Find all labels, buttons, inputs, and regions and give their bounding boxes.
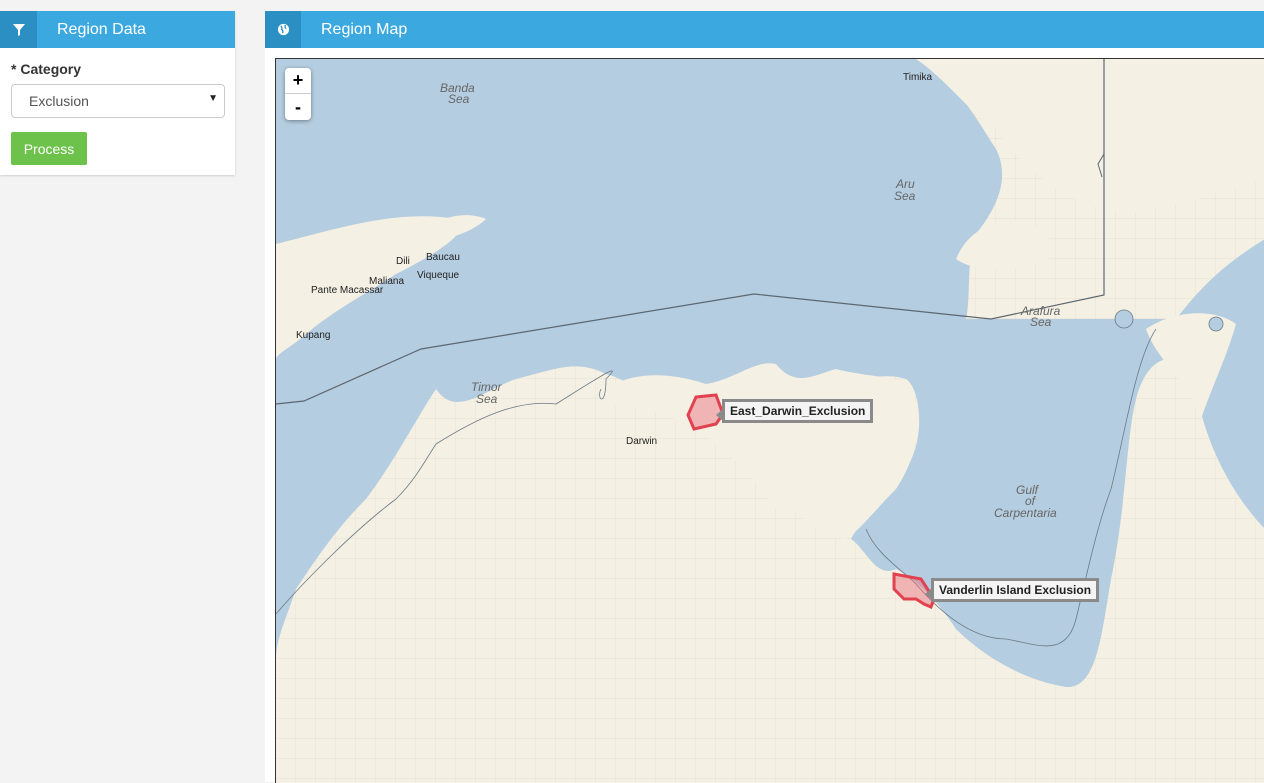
region-data-panel: Region Data * Category Exclusion ▼ Proce… <box>0 11 235 175</box>
place-dili: Dili <box>396 256 410 267</box>
region-data-header: Region Data <box>0 11 235 48</box>
region-data-title: Region Data <box>57 20 146 38</box>
region-label-east-darwin[interactable]: East_Darwin_Exclusion <box>715 399 874 423</box>
region-map-panel: Region Map + - Timika Dili Baucau Malian… <box>265 11 1264 783</box>
category-select[interactable]: Exclusion ▼ <box>11 84 225 118</box>
zoom-out-button[interactable]: - <box>285 94 311 120</box>
sea-aru-2: Sea <box>894 189 916 203</box>
place-pante-macassar: Pante Macassar <box>311 285 384 296</box>
map-view[interactable]: + - Timika Dili Baucau Maliana Viqueque … <box>275 58 1264 783</box>
place-viqueque: Viqueque <box>417 270 460 281</box>
filter-icon <box>0 11 37 48</box>
place-darwin: Darwin <box>626 436 657 447</box>
caret-down-icon: ▼ <box>208 93 218 104</box>
zoom-in-button[interactable]: + <box>285 68 311 94</box>
place-kupang: Kupang <box>296 330 330 341</box>
region-label-vanderlin-island[interactable]: Vanderlin Island Exclusion <box>924 578 1100 602</box>
place-timika: Timika <box>903 72 933 83</box>
region-map-title: Region Map <box>321 20 408 38</box>
sea-gulf-3: Carpentaria <box>994 506 1057 520</box>
globe-icon <box>265 11 301 48</box>
sea-arafura-2: Sea <box>1030 315 1052 329</box>
sea-banda-2: Sea <box>448 92 470 106</box>
required-mark: * <box>11 61 17 77</box>
sea-timor-2: Sea <box>476 392 498 406</box>
category-select-value: Exclusion <box>29 93 89 109</box>
region-map-header: Region Map <box>265 11 1264 48</box>
zoom-control: + - <box>285 68 311 120</box>
process-button[interactable]: Process <box>11 132 87 165</box>
place-baucau: Baucau <box>426 252 460 263</box>
category-label: * Category <box>11 61 225 77</box>
category-label-text: Category <box>20 61 82 77</box>
